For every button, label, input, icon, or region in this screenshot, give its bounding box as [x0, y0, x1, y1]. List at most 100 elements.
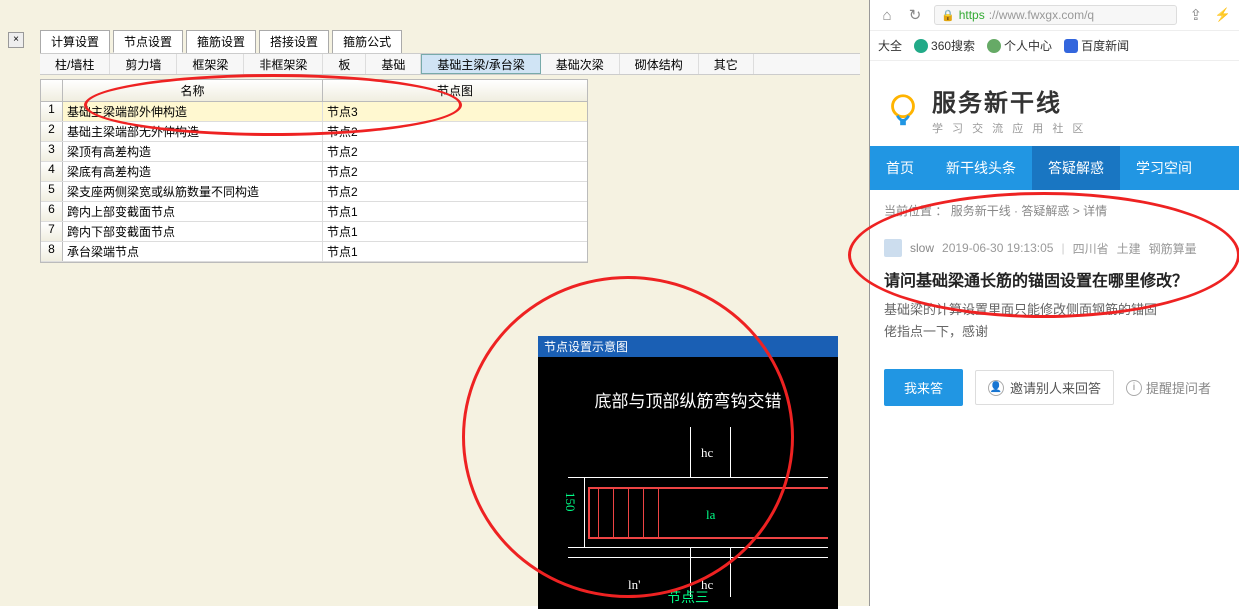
browser-panel: ⌂ ↻ 🔒 https ://www.fwxgx.com/q ⇪ ⚡ 大全 360…	[870, 0, 1239, 606]
table-row[interactable]: 5 梁支座两侧梁宽或纵筋数量不同构造 节点2	[41, 182, 587, 202]
nav-headlines[interactable]: 新干线头条	[930, 146, 1032, 190]
row-name: 基础主梁端部外伸构造	[63, 102, 323, 121]
lightning-icon[interactable]: ⚡	[1215, 7, 1231, 23]
post-meta: slow 2019-06-30 19:13:05 | 四川省 土建 钢筋算量	[884, 239, 1225, 257]
row-num: 3	[41, 142, 63, 161]
row-num: 4	[41, 162, 63, 181]
address-bar[interactable]: 🔒 https ://www.fwxgx.com/q	[934, 5, 1177, 25]
subtab-column[interactable]: 柱/墙柱	[40, 54, 110, 74]
subtab-nonframe[interactable]: 非框架梁	[244, 54, 323, 74]
subtab-framebeam[interactable]: 框架梁	[177, 54, 244, 74]
post-time: 2019-06-30 19:13:05	[942, 241, 1053, 255]
bookmark-360[interactable]: 360搜索	[914, 37, 975, 54]
diagram-line	[568, 557, 828, 558]
breadcrumb-prefix: 当前位置 ：	[884, 204, 947, 218]
refresh-icon[interactable]: ↻	[906, 6, 924, 24]
breadcrumb: 当前位置 ： 服务新干线 · 答疑解惑 > 详情	[870, 190, 1239, 231]
table-row[interactable]: 6 跨内上部变截面节点 节点1	[41, 202, 587, 222]
subtab-sec-beam[interactable]: 基础次梁	[541, 54, 620, 74]
tab-lap[interactable]: 搭接设置	[259, 30, 329, 53]
row-img: 节点2	[323, 182, 587, 201]
close-icon[interactable]: ×	[8, 32, 24, 48]
table-row[interactable]: 8 承台梁端节点 节点1	[41, 242, 587, 262]
row-name: 跨内下部变截面节点	[63, 222, 323, 241]
lock-icon: 🔒	[941, 9, 955, 22]
person-icon: 👤	[988, 380, 1004, 396]
url-scheme: https	[959, 8, 985, 22]
table-row[interactable]: 3 梁顶有高差构造 节点2	[41, 142, 587, 162]
diagram-rebar	[588, 487, 828, 489]
question-post: slow 2019-06-30 19:13:05 | 四川省 土建 钢筋算量 请…	[870, 231, 1239, 351]
subtab-other[interactable]: 其它	[699, 54, 754, 74]
row-img: 节点2	[323, 162, 587, 181]
row-img: 节点2	[323, 142, 587, 161]
logo-bulb-icon	[884, 91, 922, 129]
subtab-found-beam[interactable]: 基础主梁/承台梁	[421, 54, 540, 74]
bookmark-baidu[interactable]: 百度新闻	[1064, 37, 1129, 54]
diagram-caption: 底部与顶部纵筋弯钩交错	[538, 387, 838, 412]
post-region: 四川省	[1073, 240, 1109, 257]
col-img-header: 节点图	[323, 80, 587, 101]
post-body-l2: 佬指点一下，感谢	[884, 324, 988, 339]
nav-qa[interactable]: 答疑解惑	[1032, 146, 1120, 190]
table-row[interactable]: 4 梁底有高差构造 节点2	[41, 162, 587, 182]
subtab-masonry[interactable]: 砌体结构	[620, 54, 699, 74]
tab-node[interactable]: 节点设置	[113, 30, 183, 53]
row-num: 7	[41, 222, 63, 241]
tab-stirrup[interactable]: 箍筋设置	[186, 30, 256, 53]
subtab-foundation[interactable]: 基础	[366, 54, 421, 74]
nav-home[interactable]: 首页	[870, 146, 930, 190]
row-name: 梁底有高差构造	[63, 162, 323, 181]
bookmark-dq[interactable]: 大全	[878, 37, 902, 54]
diagram-stirrup	[658, 487, 659, 539]
row-num: 1	[41, 102, 63, 121]
post-body: 基础梁的计算设置里面只能修改侧面钢筋的锚固 佬指点一下，感谢	[884, 299, 1225, 343]
post-cat1: 土建	[1117, 240, 1141, 257]
post-cat2: 钢筋算量	[1149, 240, 1197, 257]
bookmark-bar: 大全 360搜索 个人中心 百度新闻	[870, 31, 1239, 61]
tab-calc[interactable]: 计算设置	[40, 30, 110, 53]
row-img: 节点2	[323, 122, 587, 141]
url-host: ://www.fwxgx.com/q	[989, 8, 1094, 22]
row-img: 节点3	[323, 102, 587, 121]
diagram-line	[730, 427, 731, 477]
row-num: 6	[41, 202, 63, 221]
post-author[interactable]: slow	[910, 241, 934, 255]
nav-study[interactable]: 学习空间	[1120, 146, 1208, 190]
row-img: 节点1	[323, 242, 587, 261]
software-panel: × 计算设置 节点设置 箍筋设置 搭接设置 箍筋公式 柱/墙柱 剪力墙 框架梁 …	[0, 0, 870, 606]
diagram-window: 节点设置示意图 底部与顶部纵筋弯钩交错 hc	[538, 336, 838, 606]
remind-button[interactable]: i 提醒提问者	[1126, 378, 1211, 397]
browser-toolbar: ⌂ ↻ 🔒 https ://www.fwxgx.com/q ⇪ ⚡	[870, 0, 1239, 31]
remind-label: 提醒提问者	[1146, 378, 1211, 397]
top-tabs: 计算设置 节点设置 箍筋设置 搭接设置 箍筋公式	[40, 30, 402, 53]
row-img: 节点1	[323, 222, 587, 241]
share-icon[interactable]: ⇪	[1187, 6, 1205, 24]
table-row[interactable]: 2 基础主梁端部无外伸构造 节点2	[41, 122, 587, 142]
invite-label: 邀请别人来回答	[1010, 378, 1101, 397]
home-icon[interactable]: ⌂	[878, 6, 896, 24]
breadcrumb-current: 详情	[1083, 204, 1107, 218]
subtab-shearwall[interactable]: 剪力墙	[110, 54, 177, 74]
breadcrumb-link[interactable]: 答疑解惑	[1021, 204, 1069, 218]
diagram-stirrup	[613, 487, 614, 539]
breadcrumb-link[interactable]: 服务新干线	[951, 204, 1011, 218]
invite-button[interactable]: 👤 邀请别人来回答	[975, 370, 1114, 405]
table-header: 名称 节点图	[41, 80, 587, 102]
info-icon: i	[1126, 380, 1142, 396]
bookmark-icon	[987, 39, 1001, 53]
avatar[interactable]	[884, 239, 902, 257]
site-nav: 首页 新干线头条 答疑解惑 学习空间	[870, 146, 1239, 190]
table-row[interactable]: 7 跨内下部变截面节点 节点1	[41, 222, 587, 242]
tab-formula[interactable]: 箍筋公式	[332, 30, 402, 53]
post-title: 请问基础梁通长筋的锚固设置在哪里修改？	[884, 267, 1225, 291]
table-row[interactable]: 1 基础主梁端部外伸构造 节点3	[41, 102, 587, 122]
answer-button[interactable]: 我来答	[884, 369, 963, 406]
diagram-rebar	[588, 537, 828, 539]
subtab-slab[interactable]: 板	[323, 54, 366, 74]
diagram-rebar	[588, 487, 590, 539]
bookmark-personal[interactable]: 个人中心	[987, 37, 1052, 54]
logo-main-text: 服务新干线	[932, 83, 1086, 118]
row-img: 节点1	[323, 202, 587, 221]
col-num-header	[41, 80, 63, 101]
